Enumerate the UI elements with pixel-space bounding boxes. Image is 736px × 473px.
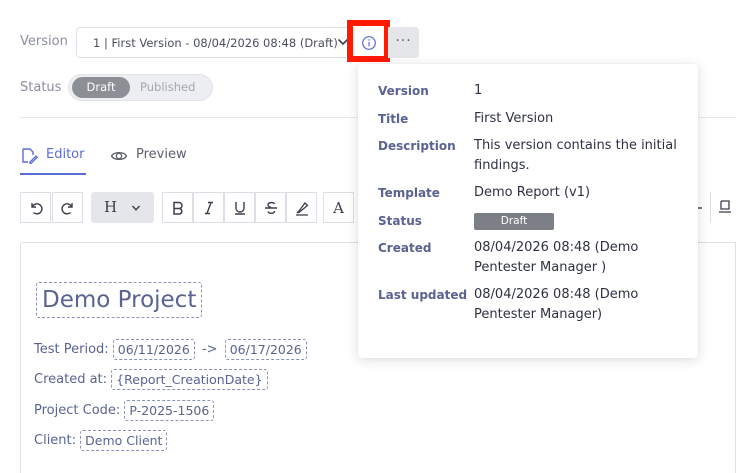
italic-icon [204, 201, 213, 214]
redo-icon [60, 202, 73, 215]
heading-dropdown[interactable]: H [91, 192, 154, 223]
bold-button[interactable] [162, 192, 193, 223]
client-value[interactable]: Demo Client [80, 430, 168, 451]
more-icon: ··· [395, 33, 412, 49]
popover-status-key: Status [378, 214, 422, 228]
undo-icon [30, 202, 43, 215]
tab-preview-label: Preview [136, 147, 187, 162]
italic-button[interactable] [193, 192, 224, 223]
document-title[interactable]: Demo Project [36, 282, 203, 318]
popover-description-value: This version contains the initial findin… [474, 138, 677, 173]
tab-editor-label: Editor [46, 147, 85, 162]
test-period-row: Test Period: 06/11/2026 -> 06/17/2026 [34, 339, 307, 360]
popover-updated-key: Last updated [378, 288, 468, 302]
client-row: Client: Demo Client [34, 430, 168, 451]
undo-button[interactable] [20, 192, 51, 223]
bold-icon [172, 201, 183, 215]
status-label: Status [20, 80, 62, 95]
toolbar-divider [710, 192, 711, 223]
project-code-row: Project Code: P-2025-1506 [34, 400, 215, 421]
underline-button[interactable] [224, 192, 255, 223]
redo-button[interactable] [52, 192, 83, 223]
popover-description-key: Description [378, 139, 456, 153]
status-option-draft[interactable]: Draft [72, 77, 130, 98]
popover-updated-value: 08/04/2026 08:48 (Demo Pentester Manager… [474, 287, 639, 322]
created-at-value[interactable]: {Report_CreationDate} [111, 369, 268, 390]
popover-created-key: Created [378, 241, 432, 255]
eye-icon [110, 151, 128, 161]
status-badge: Draft [474, 213, 554, 230]
popover-title-key: Title [378, 112, 409, 126]
version-label: Version [20, 34, 68, 49]
client-label: Client: [34, 433, 77, 448]
underline-icon [234, 201, 245, 215]
popover-template-value: Demo Report (v1) [474, 185, 591, 200]
created-at-row: Created at: {Report_CreationDate} [34, 369, 268, 390]
popover-version-value: 1 [474, 83, 483, 98]
chevron-down-icon [131, 205, 141, 211]
project-code-value[interactable]: P-2025-1506 [124, 400, 215, 421]
heading-icon: H [104, 198, 118, 216]
highlight-button[interactable] [286, 192, 317, 223]
text-color-button[interactable]: A [323, 192, 354, 223]
version-info-popover: Version 1 Title First Version Descriptio… [358, 64, 698, 358]
strikethrough-button[interactable] [255, 192, 286, 223]
highlighter-icon [295, 201, 308, 216]
strikethrough-icon [264, 201, 277, 214]
edit-icon [22, 148, 38, 164]
popover-created-value: 08/04/2026 08:48 (Demo Pentester Manager… [474, 240, 639, 275]
project-code-label: Project Code: [34, 403, 121, 418]
test-period-arrow: -> [201, 342, 218, 357]
info-icon[interactable] [361, 35, 377, 51]
test-period-end[interactable]: 06/17/2026 [224, 339, 307, 360]
text-color-icon: A [333, 198, 344, 217]
more-options-button[interactable]: ··· [388, 27, 419, 58]
popover-template-key: Template [378, 186, 440, 200]
created-at-label: Created at: [34, 372, 108, 387]
active-tab-indicator [20, 173, 86, 175]
status-toggle[interactable]: Draft Published [68, 74, 213, 101]
test-period-label: Test Period: [34, 342, 109, 357]
version-select[interactable]: 1 | First Version - 08/04/2026 08:48 (Dr… [76, 27, 364, 58]
popover-version-key: Version [378, 84, 429, 98]
format-icon[interactable] [717, 199, 733, 215]
popover-title-value: First Version [474, 111, 554, 126]
test-period-start[interactable]: 06/11/2026 [112, 339, 195, 360]
version-select-value: 1 | First Version - 08/04/2026 08:48 (Dr… [93, 36, 338, 50]
status-option-published[interactable]: Published [140, 80, 195, 94]
